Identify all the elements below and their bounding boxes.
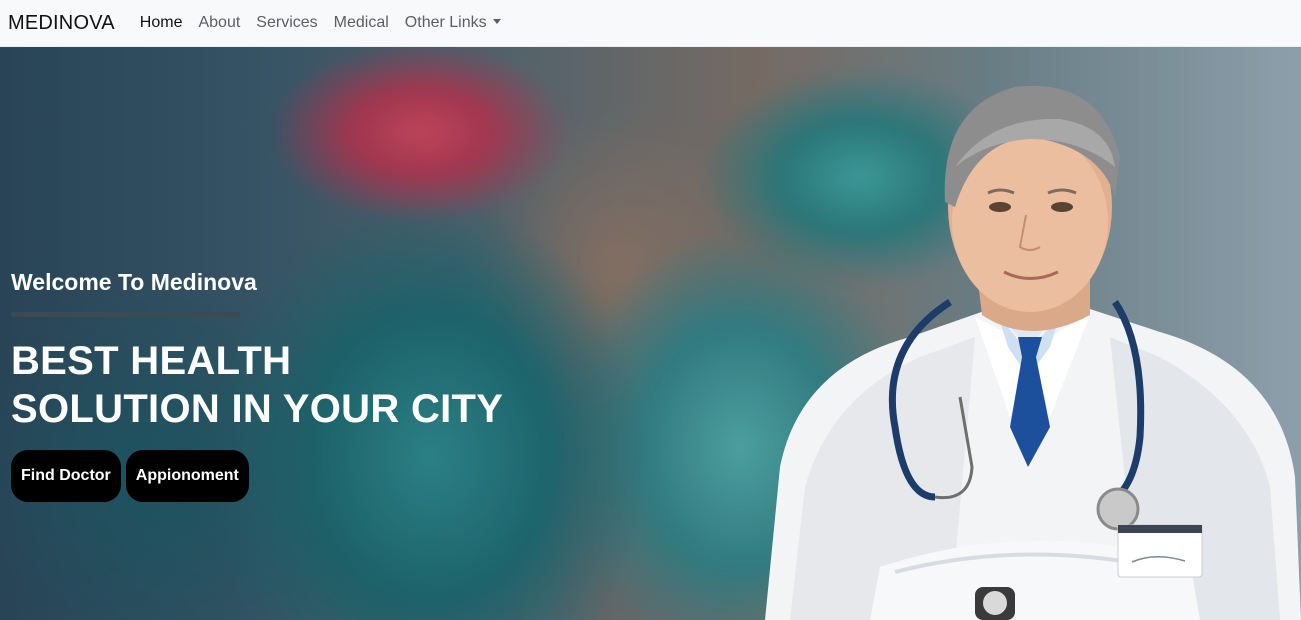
brand-logo[interactable]: MEDINOVA bbox=[8, 12, 115, 35]
caret-down-icon bbox=[492, 19, 501, 24]
nav-link-home[interactable]: Home bbox=[140, 14, 183, 32]
hero-section: Welcome To Medinova BEST HEALTH SOLUTION… bbox=[0, 47, 1301, 620]
navbar: MEDINOVA Home About Services Medical Oth… bbox=[0, 0, 1301, 47]
nav-link-about[interactable]: About bbox=[198, 14, 240, 32]
nav-link-services[interactable]: Services bbox=[256, 14, 317, 32]
nav-link-medical[interactable]: Medical bbox=[334, 14, 389, 32]
nav-links: Home About Services Medical Other Links bbox=[140, 14, 517, 32]
nav-dropdown-other-links[interactable]: Other Links bbox=[405, 14, 501, 32]
find-doctor-button[interactable]: Find Doctor bbox=[11, 450, 121, 502]
headline-line-2: SOLUTION IN YOUR CITY bbox=[11, 387, 504, 431]
nav-dropdown-label: Other Links bbox=[404, 14, 487, 31]
welcome-heading: Welcome To Medinova bbox=[11, 269, 257, 295]
doctor-image bbox=[765, 85, 1301, 620]
appointment-button[interactable]: Appionoment bbox=[125, 450, 249, 502]
heading-divider bbox=[11, 312, 240, 317]
headline-line-1: BEST HEALTH bbox=[11, 339, 292, 383]
hero-buttons: Find Doctor Appionoment bbox=[11, 450, 249, 502]
hero-headline: BEST HEALTH SOLUTION IN YOUR CITY bbox=[11, 337, 503, 433]
